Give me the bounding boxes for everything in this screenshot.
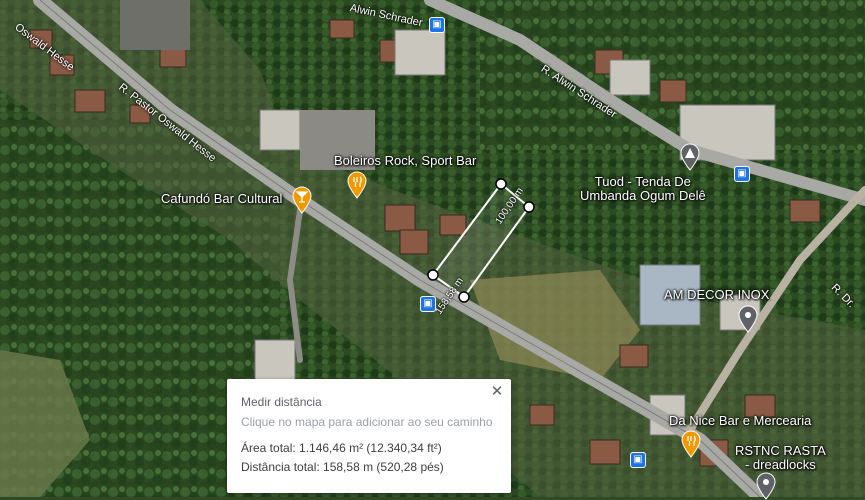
place-pin-icon[interactable] [737, 305, 759, 333]
measure-point [458, 291, 470, 303]
bus-stop-icon[interactable]: ▣ [734, 166, 750, 182]
place-label-cafundo[interactable]: Cafundó Bar Cultural [161, 192, 282, 206]
panel-title: Medir distância [241, 395, 322, 409]
place-label-tuod-line1: Tuod - Tenda De [594, 174, 691, 189]
place-pin-icon[interactable] [755, 472, 777, 500]
bus-stop-icon[interactable]: ▣ [420, 296, 436, 312]
restaurant-pin-icon[interactable] [680, 430, 702, 458]
place-label-rstnc-line2: - dreadlocks [744, 457, 816, 472]
bar-pin-icon[interactable] [291, 186, 313, 214]
restaurant-pin-icon[interactable] [346, 171, 368, 199]
bus-stop-icon[interactable]: ▣ [630, 452, 646, 468]
worship-pin-icon[interactable] [679, 143, 701, 171]
place-label-am-decor[interactable]: AM DECOR INOX [664, 288, 769, 302]
place-label-tuod-line2: Umbanda Ogum Delê [580, 188, 706, 203]
close-icon[interactable]: ✕ [489, 383, 505, 399]
total-distance: Distância total: 158,58 m (520,28 pés) [241, 460, 444, 474]
place-label-tuod[interactable]: Tuod - Tenda De Umbanda Ogum Delê [580, 175, 706, 203]
measure-point [495, 178, 507, 190]
place-label-rstnc[interactable]: RSTNC RASTA - dreadlocks [735, 444, 826, 472]
place-label-da-nice[interactable]: Da Nice Bar e Mercearia [669, 414, 811, 428]
forest-area [480, 0, 865, 150]
measure-distance-panel: Medir distância Clique no mapa para adic… [227, 379, 511, 493]
panel-hint: Clique no mapa para adicionar ao seu cam… [241, 415, 493, 429]
place-label-boleiros[interactable]: Boleiros Rock, Sport Bar [334, 154, 476, 168]
bus-stop-icon[interactable]: ▣ [429, 17, 445, 33]
parking-lot [120, 0, 190, 50]
total-area: Área total: 1.146,46 m² (12.340,34 ft²) [241, 441, 442, 455]
measure-point [523, 201, 535, 213]
measure-point [427, 269, 439, 281]
place-label-rstnc-line1: RSTNC RASTA [735, 443, 826, 458]
